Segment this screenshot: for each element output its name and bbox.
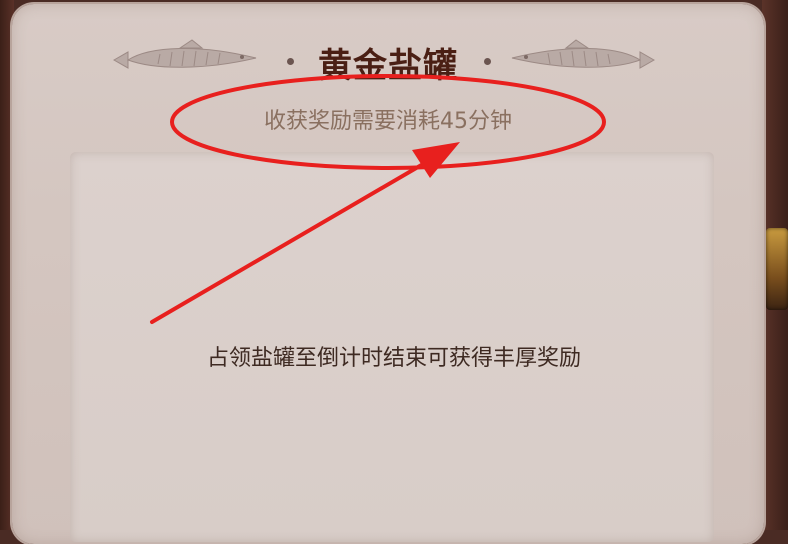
- reward-time-subtitle: 收获奖励需要消耗45分钟: [264, 109, 512, 134]
- title-dot-right: [484, 58, 491, 65]
- fish-ornament-icon: [511, 39, 656, 69]
- reward-description: 占领盐罐至倒计时结束可获得丰厚奖励: [206, 346, 581, 371]
- dialog-header: 黄金盐罐: [12, 30, 764, 86]
- side-decoration: [766, 228, 788, 310]
